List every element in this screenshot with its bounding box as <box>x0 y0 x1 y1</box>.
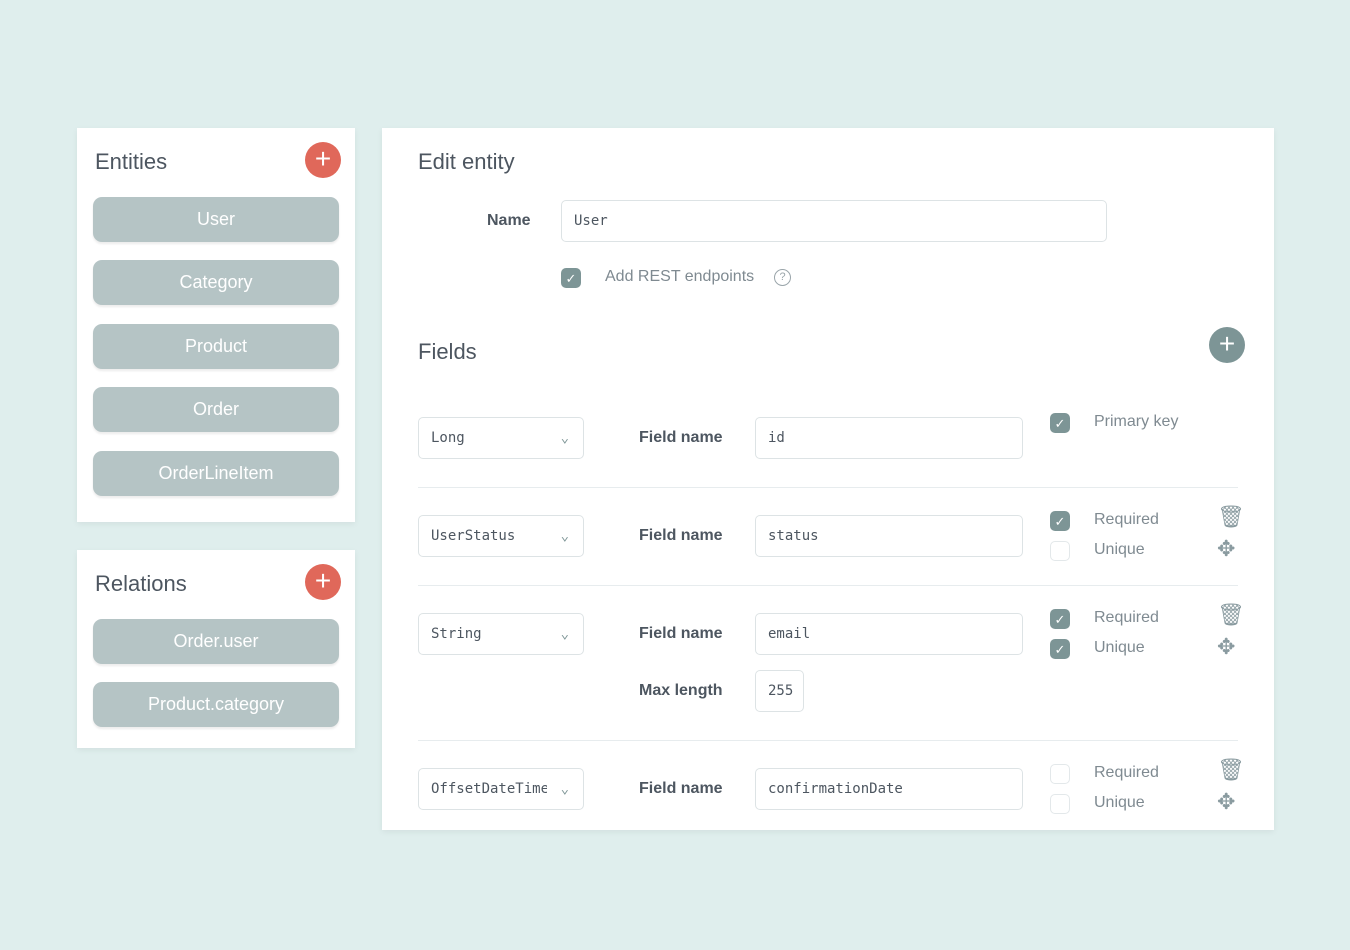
field-type-select[interactable]: String ⌄ <box>418 613 584 655</box>
add-field-button[interactable]: + <box>1209 327 1245 363</box>
entity-user[interactable]: User <box>93 197 339 242</box>
unique-checkbox[interactable]: ✓ <box>1050 639 1070 659</box>
move-icon[interactable]: ✥ <box>1217 791 1235 813</box>
add-relation-button[interactable]: + <box>305 564 341 600</box>
field-name-label: Field name <box>639 429 723 446</box>
trash-icon[interactable]: 🗑︎ <box>1217 759 1245 781</box>
name-label: Name <box>487 212 531 229</box>
add-entity-button[interactable]: + <box>305 142 341 178</box>
field-name-input[interactable]: email <box>755 613 1023 655</box>
field-name-label: Field name <box>639 527 723 544</box>
chevron-down-icon: ⌄ <box>560 528 569 544</box>
field-type-select[interactable]: Long ⌄ <box>418 417 584 459</box>
primary-key-checkbox[interactable]: ✓ <box>1050 413 1070 433</box>
relation-order-user[interactable]: Order.user <box>93 619 339 664</box>
field-name-label: Field name <box>639 625 723 642</box>
plus-icon: + <box>1218 328 1236 359</box>
plus-icon: + <box>314 143 332 174</box>
field-type-select[interactable]: OffsetDateTime ⌄ <box>418 768 584 810</box>
trash-icon[interactable]: 🗑︎ <box>1217 604 1245 626</box>
unique-label: Unique <box>1094 541 1145 558</box>
chevron-down-icon: ⌄ <box>560 430 569 446</box>
field-name-input[interactable]: status <box>755 515 1023 557</box>
max-length-label: Max length <box>639 682 723 699</box>
unique-label: Unique <box>1094 794 1145 811</box>
entity-category[interactable]: Category <box>93 260 339 305</box>
entity-order[interactable]: Order <box>93 387 339 432</box>
relations-panel: Relations + Order.user Product.category <box>77 550 355 748</box>
required-label: Required <box>1094 511 1159 528</box>
primary-key-label: Primary key <box>1094 413 1179 430</box>
required-label: Required <box>1094 764 1159 781</box>
chevron-down-icon: ⌄ <box>560 781 569 797</box>
edit-entity-title: Edit entity <box>418 149 515 174</box>
trash-icon[interactable]: 🗑︎ <box>1217 506 1245 528</box>
max-length-input[interactable]: 255 <box>755 670 804 712</box>
question-circle-icon[interactable]: ? <box>774 269 791 286</box>
entity-product[interactable]: Product <box>93 324 339 369</box>
required-checkbox[interactable] <box>1050 764 1070 784</box>
field-type-select[interactable]: UserStatus ⌄ <box>418 515 584 557</box>
required-checkbox[interactable]: ✓ <box>1050 609 1070 629</box>
field-name-input[interactable]: confirmationDate <box>755 768 1023 810</box>
entity-orderlineitem[interactable]: OrderLineItem <box>93 451 339 496</box>
rest-label: Add REST endpoints <box>605 268 755 285</box>
relations-title: Relations <box>95 571 187 596</box>
entities-title: Entities <box>95 149 168 174</box>
divider <box>418 585 1238 586</box>
required-label: Required <box>1094 609 1159 626</box>
name-input[interactable]: User <box>561 200 1107 242</box>
field-name-input[interactable]: id <box>755 417 1023 459</box>
move-icon[interactable]: ✥ <box>1217 538 1235 560</box>
relation-product-category[interactable]: Product.category <box>93 682 339 727</box>
unique-label: Unique <box>1094 639 1145 656</box>
divider <box>418 740 1238 741</box>
edit-entity-panel: Edit entity Name User ✓ Add REST endpoin… <box>382 128 1274 830</box>
required-checkbox[interactable]: ✓ <box>1050 511 1070 531</box>
entities-panel: Entities + User Category Product Order O… <box>77 128 355 522</box>
fields-title: Fields <box>418 339 477 364</box>
chevron-down-icon: ⌄ <box>560 626 569 642</box>
unique-checkbox[interactable] <box>1050 794 1070 814</box>
unique-checkbox[interactable] <box>1050 541 1070 561</box>
field-name-label: Field name <box>639 780 723 797</box>
rest-checkbox[interactable]: ✓ <box>561 268 581 288</box>
divider <box>418 487 1238 488</box>
move-icon[interactable]: ✥ <box>1217 636 1235 658</box>
plus-icon: + <box>314 565 332 596</box>
